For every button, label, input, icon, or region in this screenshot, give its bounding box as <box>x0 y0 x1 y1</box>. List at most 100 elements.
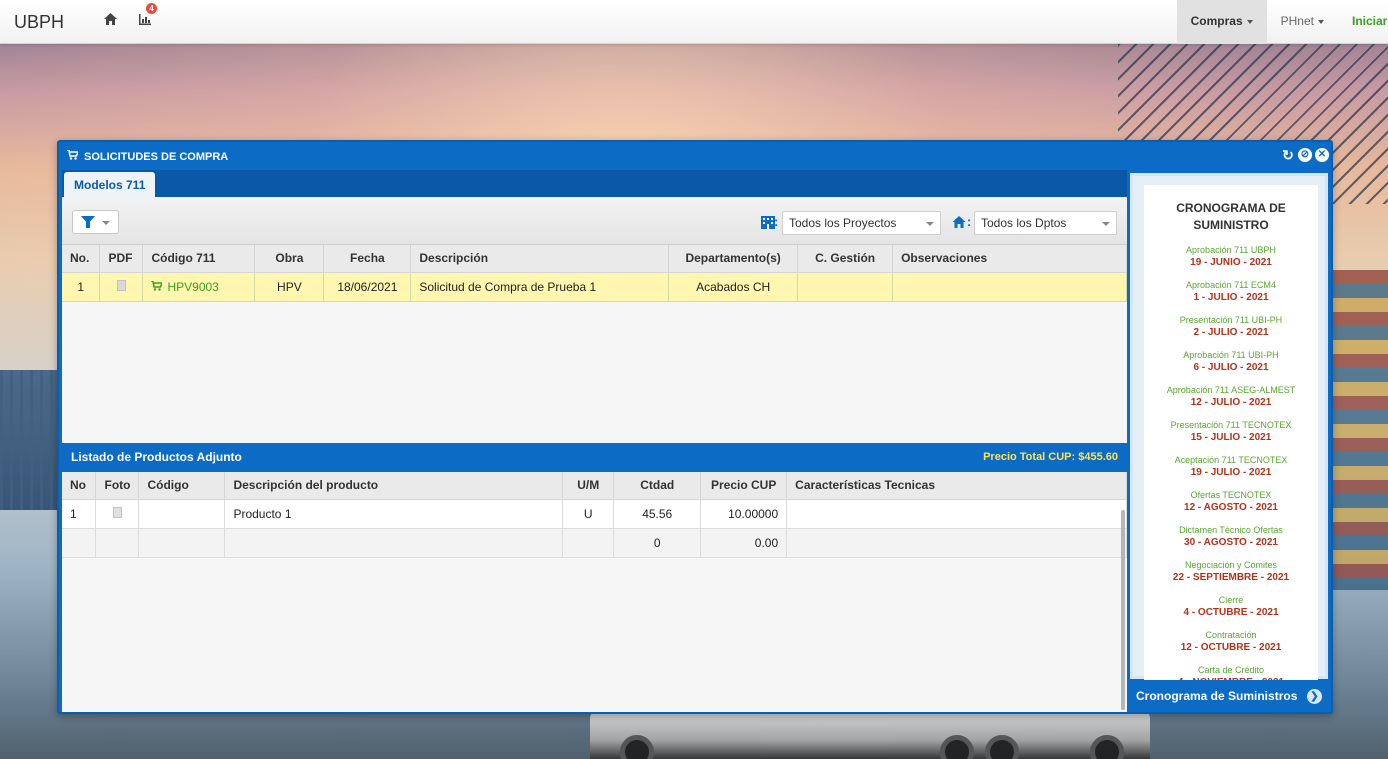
schedule-item-label: Contratación <box>1205 630 1257 640</box>
background-truck <box>590 712 1150 759</box>
cart-icon <box>67 149 80 163</box>
schedule-item-date: 12 - OCTUBRE - 2021 <box>1180 642 1282 653</box>
col-pdf[interactable]: PDF <box>99 245 144 273</box>
request-code[interactable]: HPV9003 <box>167 280 218 294</box>
caret-down-icon <box>1318 19 1324 24</box>
cell-pdf[interactable] <box>99 272 144 302</box>
schedule-item: Contratación 12 - OCTUBRE - 2021 <box>1144 629 1318 655</box>
schedule-item-label: Ofertas TECNOTEX <box>1190 490 1272 500</box>
cell-departamento: Acabados CH <box>668 272 799 302</box>
image-file-icon[interactable] <box>112 506 122 518</box>
col-descripcion-producto[interactable]: Descripción del producto <box>224 472 564 500</box>
window-title-text: SOLICITUDES DE COMPRA <box>84 150 229 163</box>
schedule-item-date: 12 - JULIO - 2021 <box>1190 397 1272 408</box>
col-um[interactable]: U/M <box>562 472 615 500</box>
summary-cell <box>786 528 1127 558</box>
schedule-item-label: Carta de Crédito <box>1197 665 1265 675</box>
pdf-icon[interactable] <box>116 279 126 291</box>
cell-ctdad: 45.56 <box>613 499 702 529</box>
col-caracteristicas[interactable]: Características Tecnicas <box>786 472 1127 500</box>
home-icon[interactable] <box>104 13 117 28</box>
minimize-icon[interactable]: ⊘ <box>1298 148 1312 162</box>
col-descripcion[interactable]: Descripción <box>410 245 670 273</box>
cell-codigo[interactable]: HPV9003 <box>142 272 256 302</box>
table-row[interactable]: 1 HPV9003 HPV 18/06/2021 Solicitud de Co… <box>62 272 1127 302</box>
col-departamento[interactable]: Departamento(s) <box>668 245 799 273</box>
purchase-requests-window: SOLICITUDES DE COMPRA ↻ ⊘ ✕ Modelos 711 … <box>57 140 1333 714</box>
schedule-item-date: 1 - JULIO - 2021 <box>1193 292 1269 303</box>
chevron-down-icon <box>102 221 110 225</box>
cell-descripcion: Solicitud de Compra de Prueba 1 <box>410 272 670 302</box>
schedule-item-label: Presentación 711 UBI-PH <box>1179 315 1283 325</box>
col-no[interactable]: No. <box>62 245 101 273</box>
schedule-title: CRONOGRAMA DE SUMINISTRO <box>1144 200 1318 234</box>
col-ctdad[interactable]: Ctdad <box>613 472 702 500</box>
schedule-item-label: Negociación y Comites <box>1184 560 1278 570</box>
cell-observaciones <box>892 272 1127 302</box>
schedule-item-label: Cierre <box>1218 595 1244 605</box>
summary-cell <box>95 528 140 558</box>
schedule-item: Negociación y Comites 22 - SEPTIEMBRE - 2… <box>1144 559 1318 585</box>
schedule-title-line1: CRONOGRAMA DE <box>1176 201 1286 215</box>
truck-wheel <box>985 735 1019 759</box>
caret-down-icon <box>1246 19 1253 24</box>
notification-badge[interactable]: 4 <box>146 3 157 14</box>
cell-foto[interactable] <box>95 499 140 529</box>
home-icon <box>952 216 966 231</box>
background-containers <box>1328 270 1388 590</box>
menu-phnet[interactable]: PHnet <box>1267 0 1338 44</box>
summary-cell <box>562 528 615 558</box>
schedule-item-label: Presentación 711 TECNOTEX <box>1170 420 1292 430</box>
schedule-footer[interactable]: Cronograma de Suministros ❯ <box>1127 681 1331 712</box>
col-codigo[interactable]: Código 711 <box>142 245 256 273</box>
schedule-item-label: Aprobación 711 ASEG-ALMEST <box>1166 385 1296 395</box>
cell-codigo <box>138 499 226 529</box>
refresh-icon[interactable]: ↻ <box>1281 148 1295 162</box>
products-section-header: Listado de Productos Adjunto Precio Tota… <box>62 443 1127 472</box>
schedule-card: CRONOGRAMA DE SUMINISTRO Aprobación 711 … <box>1144 185 1318 680</box>
products-table: No Foto Código Descripción del producto … <box>62 472 1127 558</box>
schedule-panel: CRONOGRAMA DE SUMINISTRO Aprobación 711 … <box>1130 173 1328 680</box>
schedule-item: Aprobación 711 ECM4 1 - JULIO - 2021 <box>1144 279 1318 305</box>
project-select-value: Todos los Proyectos <box>789 216 897 230</box>
col-precio[interactable]: Precio CUP <box>700 472 788 500</box>
menu-compras-label: Compras <box>1190 14 1243 28</box>
table-row[interactable]: 1 Producto 1 U 45.56 10.00000 <box>62 499 1127 529</box>
col-gestion[interactable]: C. Gestión <box>797 245 894 273</box>
tab-modelos-711[interactable]: Modelos 711 <box>64 172 156 197</box>
filter-button[interactable] <box>72 210 119 234</box>
schedule-item: Aceptación 711 TECNOTEX 19 - JULIO - 2021 <box>1144 454 1318 480</box>
brand-logo[interactable]: UBPH <box>14 12 64 33</box>
col-no[interactable]: No <box>62 472 97 500</box>
department-select-value: Todos los Dptos <box>981 216 1067 230</box>
products-scrollbar[interactable] <box>1121 510 1125 710</box>
department-select[interactable]: Todos los Dptos <box>974 211 1117 235</box>
requests-pane: Modelos 711 : Todos los Proyectos : Todo… <box>62 170 1127 712</box>
summary-cell <box>138 528 226 558</box>
schedule-footer-label: Cronograma de Suministros <box>1136 689 1298 703</box>
login-link[interactable]: Iniciar S <box>1338 0 1388 44</box>
project-select[interactable]: Todos los Proyectos <box>782 211 941 235</box>
col-observaciones[interactable]: Observaciones <box>892 245 1127 273</box>
truck-wheel <box>940 735 974 759</box>
col-foto[interactable]: Foto <box>95 472 140 500</box>
window-controls: ↻ ⊘ ✕ <box>1281 148 1329 162</box>
requests-table-header: No. PDF Código 711 Obra Fecha Descripció… <box>62 245 1127 273</box>
col-fecha[interactable]: Fecha <box>323 245 412 273</box>
col-obra[interactable]: Obra <box>254 245 325 273</box>
schedule-item-label: Aceptación 711 TECNOTEX <box>1174 455 1288 465</box>
colon-separator: : <box>967 214 972 229</box>
menu-compras[interactable]: Compras <box>1176 0 1267 44</box>
cell-caracteristicas <box>786 499 1127 529</box>
col-codigo[interactable]: Código <box>138 472 226 500</box>
schedule-title-line2: SUMINISTRO <box>1193 218 1269 232</box>
truck-wheel <box>1090 735 1124 759</box>
schedule-item-date: 12 - AGOSTO - 2021 <box>1184 502 1278 513</box>
schedule-item-date: 22 - SEPTIEMBRE - 2021 <box>1172 572 1290 583</box>
arrow-right-icon[interactable]: ❯ <box>1307 689 1322 704</box>
close-icon[interactable]: ✕ <box>1315 148 1329 162</box>
chart-icon[interactable] <box>139 13 151 28</box>
schedule-list: Aprobación 711 UBPH 19 - JUNIO - 2021 Apro… <box>1144 244 1318 680</box>
window-title: SOLICITUDES DE COMPRA <box>67 149 229 163</box>
schedule-item-label: Aprobación 711 ECM4 <box>1186 280 1276 290</box>
